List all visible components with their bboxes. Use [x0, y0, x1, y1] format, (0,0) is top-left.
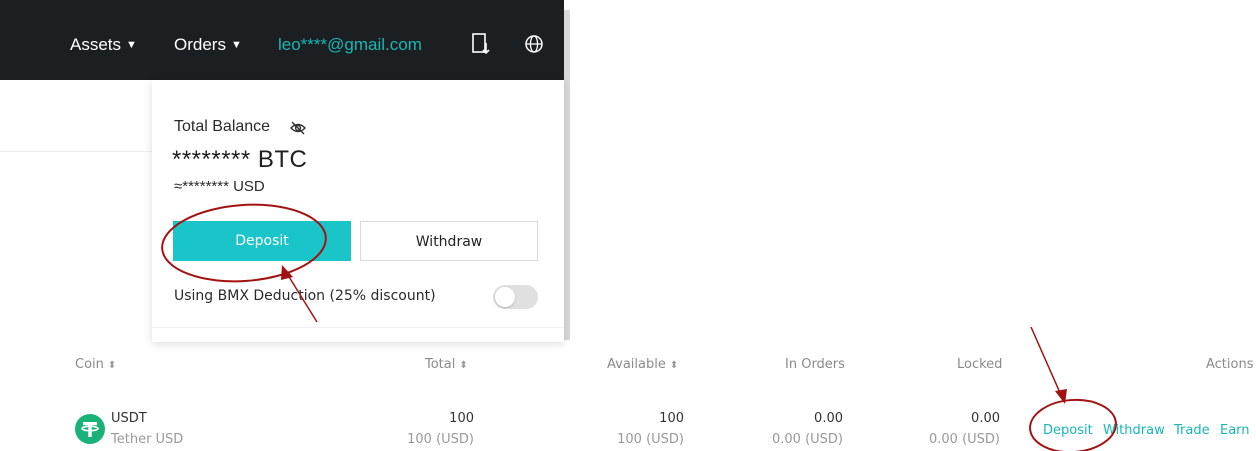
in-orders-value: 0.00	[814, 411, 843, 426]
tether-coin-icon	[75, 414, 105, 444]
row-withdraw-link[interactable]: Withdraw	[1103, 423, 1165, 439]
sort-icon: ⬍	[107, 360, 117, 371]
header-label: Available	[607, 357, 666, 372]
nav-assets-menu[interactable]: Assets ▼	[70, 34, 137, 58]
divider	[0, 151, 152, 152]
row-deposit-link[interactable]: Deposit	[1043, 423, 1093, 439]
annotation-arrow	[1030, 326, 1062, 396]
toggle-knob	[495, 287, 515, 307]
column-header-total[interactable]: Total ⬍	[425, 357, 468, 374]
coin-symbol: USDT	[111, 411, 147, 426]
nav-orders-label: Orders	[174, 35, 226, 54]
account-email-link[interactable]: leo****@gmail.com	[278, 34, 422, 56]
withdraw-button[interactable]: Withdraw	[360, 221, 538, 261]
column-header-actions: Actions	[1206, 357, 1254, 372]
btc-balance: ******** BTC	[172, 146, 308, 173]
header-label: Total	[425, 357, 456, 372]
assets-dropdown-panel: Total Balance ******** BTC ≈******** USD…	[152, 80, 564, 342]
annotation-arrowhead	[1055, 389, 1067, 404]
column-header-in-orders: In Orders	[785, 357, 845, 372]
divider	[152, 327, 564, 328]
row-earn-link[interactable]: Earn	[1220, 423, 1250, 439]
total-balance-label: Total Balance	[174, 118, 271, 135]
bmx-deduction-toggle[interactable]	[493, 285, 538, 309]
nav-assets-label: Assets	[70, 35, 122, 54]
caret-down-icon: ▼	[126, 39, 137, 51]
deposit-button[interactable]: Deposit	[173, 221, 351, 261]
sort-icon: ⬍	[459, 360, 468, 371]
nav-orders-menu[interactable]: Orders ▼	[174, 34, 242, 58]
usd-balance: ≈******** USD	[174, 178, 265, 195]
top-navbar: Assets ▼ Orders ▼ leo****@gmail.com	[0, 0, 564, 80]
in-orders-usd-value: 0.00 (USD)	[772, 432, 843, 447]
bmx-deduction-label: Using BMX Deduction (25% discount)	[174, 288, 436, 304]
caret-down-icon: ▼	[230, 39, 242, 51]
locked-usd-value: 0.00 (USD)	[929, 432, 1000, 447]
available-usd-value: 100 (USD)	[617, 432, 684, 447]
available-value: 100	[659, 411, 684, 426]
total-usd-value: 100 (USD)	[407, 432, 474, 447]
globe-icon[interactable]	[523, 32, 545, 56]
column-header-coin[interactable]: Coin ⬍	[75, 357, 116, 374]
column-header-available[interactable]: Available ⬍	[607, 357, 678, 374]
eye-slash-icon[interactable]	[289, 119, 307, 137]
total-value: 100	[449, 411, 474, 426]
sort-icon: ⬍	[669, 360, 679, 371]
coin-name: Tether USD	[111, 432, 184, 447]
download-app-icon[interactable]	[470, 32, 492, 56]
header-label: Coin	[75, 357, 104, 372]
locked-value: 0.00	[971, 411, 1000, 426]
column-header-locked: Locked	[957, 357, 1003, 372]
row-trade-link[interactable]: Trade	[1174, 423, 1210, 439]
scrollbar[interactable]	[564, 10, 570, 340]
